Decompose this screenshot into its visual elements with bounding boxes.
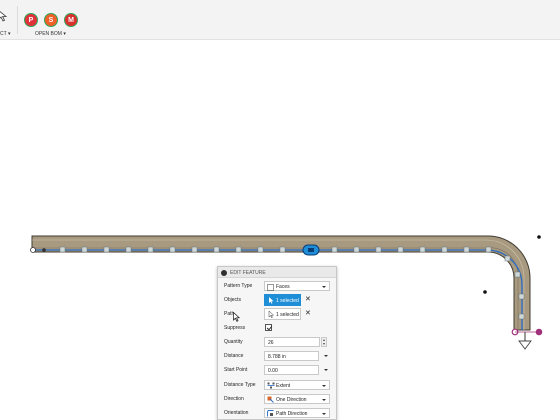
orientation-row: Orientation Path Direction: [218, 407, 336, 419]
suppress-label: Suppress: [224, 325, 246, 331]
quantity-input[interactable]: 26: [264, 337, 320, 347]
distance-value: 8.788 in: [268, 353, 286, 360]
distance-type-dropdown[interactable]: Extent: [264, 380, 330, 390]
mouse-pointer-icon: [233, 312, 241, 322]
toolbar: CT ▾ P S M OPEN BOM ▾: [0, 0, 560, 40]
start-point-input[interactable]: 0.00: [264, 365, 319, 375]
open-bom-menu[interactable]: OPEN BOM ▾: [35, 31, 66, 37]
orientation-label: Orientation: [224, 410, 249, 416]
path-value: 1 selected: [276, 312, 299, 318]
bom-p-icon[interactable]: P: [24, 13, 38, 27]
start-point-menu-arrow[interactable]: [324, 369, 328, 371]
panel-title: EDIT FEATURE: [230, 269, 266, 276]
clear-objects-button[interactable]: ✕: [305, 296, 311, 303]
path-direction-icon: [267, 410, 274, 417]
suppress-row: Suppress: [218, 322, 336, 334]
suppress-checkbox[interactable]: [265, 324, 272, 331]
quantity-label: Quantity: [224, 339, 243, 345]
direction-icon: [267, 396, 274, 403]
edit-feature-panel: EDIT FEATURE Pattern Type Faces Objects …: [217, 266, 337, 420]
distance-manipulator-arrow[interactable]: [518, 332, 532, 350]
path-selection-button[interactable]: 1 selected: [264, 308, 301, 320]
objects-row: Objects 1 selected ✕: [218, 294, 336, 306]
sketch-point[interactable]: [537, 235, 541, 239]
distance-type-value: Extent: [276, 382, 291, 389]
sketch-point[interactable]: [483, 290, 487, 294]
distance-input[interactable]: 8.788 in: [264, 351, 319, 361]
orientation-value: Path Direction: [276, 410, 308, 417]
distance-menu-arrow[interactable]: [324, 355, 328, 357]
fusion-window: CT ▾ P S M OPEN BOM ▾ EDIT FEATURE Patte…: [0, 0, 560, 420]
quantity-value: 26: [268, 339, 274, 346]
distance-label: Distance: [224, 353, 244, 359]
bom-s-icon[interactable]: S: [44, 13, 58, 27]
objects-label: Objects: [224, 297, 241, 303]
clear-path-button[interactable]: ✕: [305, 310, 311, 317]
start-point-label: Start Point: [224, 367, 248, 373]
objects-selection-button[interactable]: 1 selected: [264, 294, 301, 306]
chevron-down-icon: [322, 286, 326, 288]
orientation-dropdown[interactable]: Path Direction: [264, 408, 330, 418]
quantity-stepper[interactable]: [321, 337, 327, 347]
direction-row: Direction One Direction: [218, 393, 336, 405]
pattern-type-label: Pattern Type: [224, 283, 253, 289]
extent-icon: [267, 382, 275, 389]
quantity-row: Quantity 26: [218, 336, 336, 348]
pattern-type-dropdown[interactable]: Faces: [264, 281, 330, 291]
start-point-value: 0.00: [268, 367, 278, 374]
chevron-down-icon: [322, 413, 326, 415]
direction-dropdown[interactable]: One Direction: [264, 394, 330, 404]
path-start-point[interactable]: [30, 247, 36, 253]
distance-type-row: Distance Type Extent: [218, 379, 336, 391]
start-point-row: Start Point 0.00: [218, 364, 336, 376]
collapse-icon[interactable]: [221, 269, 227, 276]
toolbar-separator: [17, 6, 18, 34]
direction-label: Direction: [224, 396, 244, 402]
distance-type-label: Distance Type: [224, 382, 256, 388]
arrow-cursor-icon: [268, 311, 275, 318]
chevron-down-icon: [322, 399, 326, 401]
panel-header[interactable]: EDIT FEATURE: [218, 267, 336, 278]
select-tool-icon[interactable]: [0, 10, 8, 22]
distance-row: Distance 8.788 in: [218, 350, 336, 362]
direction-value: One Direction: [276, 396, 307, 403]
pattern-type-row: Pattern Type Faces: [218, 280, 336, 292]
bom-m-icon[interactable]: M: [64, 13, 78, 27]
select-menu-label[interactable]: CT ▾: [0, 31, 10, 37]
face-icon: [267, 283, 274, 291]
pattern-type-value: Faces: [276, 283, 290, 290]
objects-value: 1 selected: [276, 298, 299, 304]
arrow-cursor-icon: [269, 297, 274, 304]
chevron-down-icon: [322, 385, 326, 387]
